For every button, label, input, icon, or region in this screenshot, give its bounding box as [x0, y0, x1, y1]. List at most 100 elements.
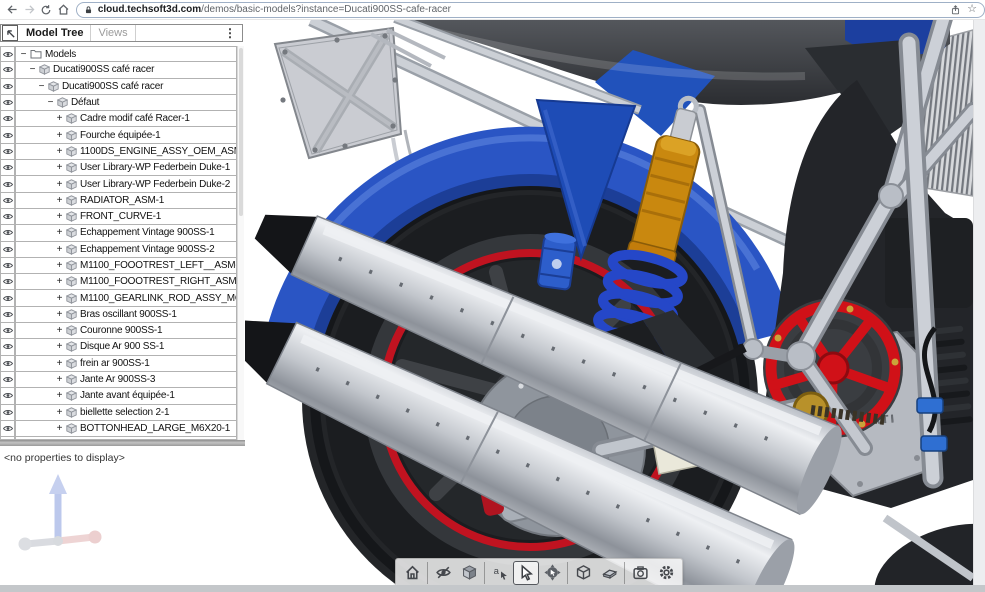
- expand-toggle[interactable]: +: [55, 195, 64, 206]
- visibility-eye-icon[interactable]: [0, 274, 15, 291]
- tree-item[interactable]: − Ducati900SS café racer: [15, 62, 237, 79]
- visibility-eye-icon[interactable]: [0, 355, 15, 372]
- visibility-eye-icon[interactable]: [0, 160, 15, 177]
- visibility-eye-icon[interactable]: [0, 46, 15, 63]
- expand-toggle[interactable]: +: [55, 309, 64, 320]
- expand-toggle[interactable]: +: [55, 146, 64, 157]
- tree-item[interactable]: + Fourche équipée-1: [15, 127, 237, 144]
- tree-item[interactable]: + RADIATOR_ASM-1: [15, 192, 237, 209]
- pan-arrow-icon[interactable]: [2, 25, 18, 41]
- expand-toggle[interactable]: +: [55, 325, 64, 336]
- visibility-eye-icon[interactable]: [0, 339, 15, 356]
- tree-item[interactable]: +1100DS_ENGINE_ASSY_OEM_ASM-1: [15, 143, 237, 161]
- tree-item[interactable]: + Bras oscillant 900SS-1: [15, 306, 237, 324]
- tree-item[interactable]: + M1100_FOOOTREST_LEFT__ASM-1: [15, 257, 237, 275]
- page-horizontal-scrollbar[interactable]: [0, 585, 985, 592]
- tab-views[interactable]: Views: [91, 25, 136, 41]
- expand-toggle[interactable]: +: [55, 293, 64, 304]
- expand-toggle[interactable]: +: [55, 341, 64, 352]
- tree-item[interactable]: + biellette selection 2-1: [15, 404, 237, 421]
- home-button[interactable]: [399, 561, 425, 585]
- back-icon[interactable]: [4, 2, 21, 17]
- tree-item[interactable]: + Cadre modif café Racer-1: [15, 111, 237, 128]
- expand-toggle[interactable]: +: [55, 390, 64, 401]
- star-icon[interactable]: ☆: [967, 4, 977, 15]
- visibility-eye-icon[interactable]: [0, 290, 15, 307]
- tree-scrollbar[interactable]: [237, 46, 244, 440]
- tree-item[interactable]: + User Library-WP Federbein Duke-1: [15, 160, 237, 177]
- expand-toggle[interactable]: +: [55, 276, 64, 287]
- home-nav-icon[interactable]: [55, 2, 72, 17]
- expand-toggle[interactable]: −: [37, 81, 46, 92]
- tree-item[interactable]: + Echappement Vintage 900SS-2: [15, 241, 237, 258]
- annotate-select-button[interactable]: a: [487, 561, 513, 585]
- tree-item[interactable]: + User Library-WP Federbein Duke-2: [15, 176, 237, 193]
- tab-model-tree[interactable]: Model Tree: [19, 25, 92, 41]
- page-vertical-scrollbar[interactable]: [973, 18, 985, 585]
- address-bar[interactable]: cloud.techsoft3d.com/demos/basic-models?…: [75, 1, 985, 18]
- viewer-canvas[interactable]: DUCATI: [245, 18, 973, 592]
- tree-item[interactable]: − Ducati900SS café racer: [15, 78, 237, 95]
- tree-item[interactable]: − Défaut: [15, 94, 237, 112]
- visibility-eye-icon[interactable]: [0, 306, 15, 324]
- visibility-eye-icon[interactable]: [0, 241, 15, 258]
- settings-button[interactable]: [653, 561, 679, 585]
- visibility-eye-icon[interactable]: [0, 404, 15, 421]
- snapshot-button[interactable]: [627, 561, 653, 585]
- expand-toggle[interactable]: +: [55, 423, 64, 434]
- expand-toggle[interactable]: +: [55, 374, 64, 385]
- expand-toggle[interactable]: +: [55, 211, 64, 222]
- kebab-menu-icon[interactable]: ⋮: [218, 26, 242, 40]
- tree-item[interactable]: + Couronne 900SS-1: [15, 323, 237, 340]
- expand-toggle[interactable]: −: [28, 64, 37, 75]
- tree-item[interactable]: + Jante avant équipée-1: [15, 388, 237, 405]
- visibility-eye-icon[interactable]: [0, 208, 15, 226]
- visibility-eye-icon[interactable]: [0, 420, 15, 438]
- visibility-eye-icon[interactable]: [0, 371, 15, 389]
- visibility-eye-icon[interactable]: [0, 127, 15, 144]
- visibility-eye-icon[interactable]: [0, 388, 15, 405]
- expand-toggle[interactable]: −: [46, 97, 55, 108]
- explode-button[interactable]: [570, 561, 596, 585]
- expand-toggle[interactable]: +: [55, 179, 64, 190]
- tree-item-label: Bras oscillant 900SS-1: [80, 308, 177, 320]
- visibility-eye-icon[interactable]: [0, 257, 15, 275]
- visibility-eye-icon[interactable]: [0, 62, 15, 79]
- visibility-eye-icon[interactable]: [0, 192, 15, 209]
- visibility-eye-icon[interactable]: [0, 143, 15, 161]
- expand-toggle[interactable]: +: [55, 407, 64, 418]
- expand-toggle[interactable]: +: [55, 358, 64, 369]
- visibility-eye-icon[interactable]: [0, 176, 15, 193]
- visibility-eye-icon[interactable]: [0, 78, 15, 95]
- tree-item[interactable]: + Disque Ar 900 SS-1: [15, 339, 237, 356]
- share-icon[interactable]: [950, 4, 961, 16]
- tree-item[interactable]: + FRONT_CURVE-1: [15, 208, 237, 226]
- expand-toggle[interactable]: +: [55, 260, 64, 271]
- visibility-eye-icon[interactable]: [0, 94, 15, 112]
- tree-item[interactable]: + Jante Ar 900SS-3: [15, 371, 237, 389]
- expand-toggle[interactable]: +: [55, 162, 64, 173]
- expand-toggle[interactable]: +: [55, 227, 64, 238]
- expand-toggle[interactable]: +: [55, 244, 64, 255]
- tree-item[interactable]: + BOTTONHEAD_LARGE_M6X20-1: [15, 420, 237, 438]
- expand-toggle[interactable]: +: [55, 130, 64, 141]
- tree-item[interactable]: + M1100_GEARLINK_ROD_ASSY_MOTOCO...: [15, 290, 237, 307]
- visibility-eye-icon[interactable]: [0, 225, 15, 242]
- forward-icon[interactable]: [21, 2, 38, 17]
- expand-toggle[interactable]: −: [19, 49, 28, 60]
- reload-icon[interactable]: [38, 2, 55, 17]
- tree-item[interactable]: + frein ar 900SS-1: [15, 355, 237, 372]
- cutting-plane-button[interactable]: [596, 561, 622, 585]
- expand-toggle[interactable]: +: [55, 113, 64, 124]
- visibility-button[interactable]: [430, 561, 456, 585]
- tree-scrollbar-thumb[interactable]: [239, 48, 243, 216]
- select-button[interactable]: [513, 560, 539, 585]
- views-cube-button[interactable]: [456, 561, 482, 585]
- tree-item[interactable]: − Models: [15, 46, 237, 63]
- tree-item-label: M1100_FOOOTREST_RIGHT_ASM-1: [80, 276, 237, 288]
- visibility-eye-icon[interactable]: [0, 111, 15, 128]
- tree-item[interactable]: + M1100_FOOOTREST_RIGHT_ASM-1: [15, 274, 237, 291]
- visibility-eye-icon[interactable]: [0, 323, 15, 340]
- tree-item[interactable]: + Echappement Vintage 900SS-1: [15, 225, 237, 242]
- orbit-button[interactable]: [539, 561, 565, 585]
